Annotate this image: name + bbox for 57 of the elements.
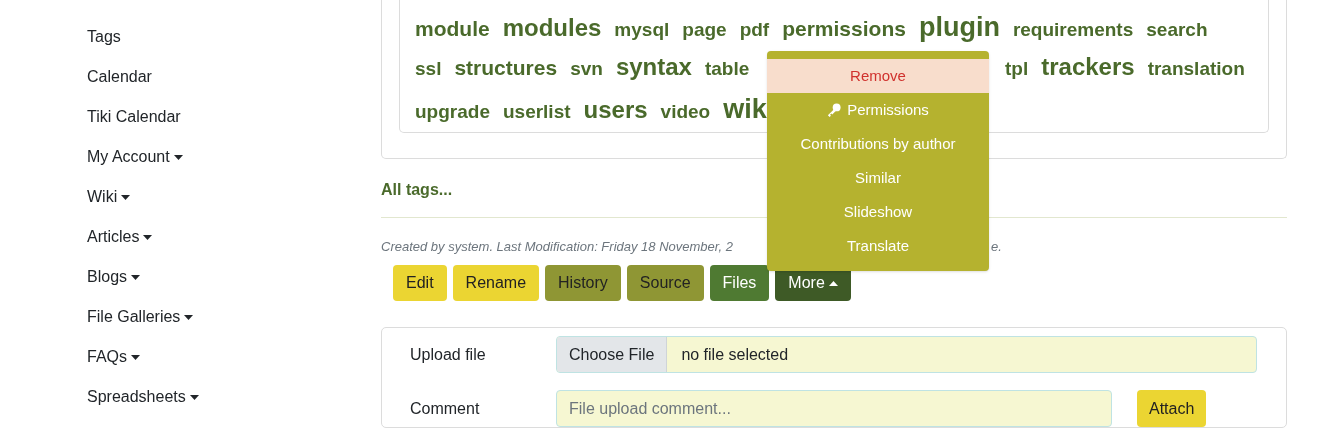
key-icon <box>827 103 842 117</box>
sidebar-item[interactable]: Calendar <box>87 66 152 88</box>
tag-link[interactable]: svn <box>570 59 603 78</box>
tag-link[interactable]: permissions <box>782 18 906 39</box>
caret-down-icon <box>184 314 194 320</box>
upload-file-label: Upload file <box>410 344 487 365</box>
sidebar-item[interactable]: FAQs <box>87 346 140 368</box>
tag-link[interactable]: structures <box>454 57 558 78</box>
tag-link[interactable]: trackers <box>1041 55 1135 79</box>
action-button[interactable]: Rename <box>452 265 540 301</box>
comment-field[interactable]: File upload comment... <box>556 390 1112 427</box>
caret-down-icon <box>131 274 141 280</box>
tag-link[interactable]: plugin <box>918 14 1000 41</box>
tag-link[interactable]: syntax <box>615 55 692 79</box>
file-status: no file selected <box>680 344 789 365</box>
action-button[interactable]: Files <box>709 265 770 301</box>
sidebar-item[interactable]: Articles <box>87 226 153 248</box>
sidebar-item[interactable]: Wiki <box>87 186 131 208</box>
menu-item[interactable]: Remove <box>767 59 989 93</box>
sidebar-item[interactable]: Tags <box>87 26 121 48</box>
sidebar-item[interactable]: File Galleries <box>87 306 194 328</box>
action-button[interactable]: Source <box>626 265 704 301</box>
tag-link[interactable]: search <box>1146 20 1208 39</box>
all-tags-link[interactable]: All tags... <box>381 181 453 198</box>
sidebar-item[interactable]: Spreadsheets <box>87 386 199 408</box>
tag-link[interactable]: page <box>682 20 727 39</box>
tag-link[interactable]: upgrade <box>415 102 490 121</box>
modification-info-end: e. <box>991 238 1002 256</box>
tag-link[interactable]: tpl <box>1005 59 1029 78</box>
modification-info: Created by system. Last Modification: Friday 18 November, 2 <box>381 239 733 254</box>
tag-link[interactable]: video <box>660 102 711 121</box>
tag-link[interactable]: mysql <box>614 20 670 39</box>
tag-link[interactable]: pdf <box>739 20 770 39</box>
caret-down-icon <box>173 154 183 160</box>
comment-label: Comment <box>410 398 481 419</box>
sidebar-item[interactable]: Tiki Calendar <box>87 106 181 128</box>
tag-link[interactable]: users <box>583 98 648 122</box>
choose-file-button[interactable]: Choose File <box>557 337 668 372</box>
caret-up-icon <box>828 280 838 286</box>
caret-down-icon <box>143 234 153 240</box>
tag-link[interactable]: modules <box>502 16 602 40</box>
caret-down-icon <box>121 194 131 200</box>
tag-link[interactable]: module <box>415 18 490 39</box>
sidebar-item[interactable]: Blogs <box>87 266 141 288</box>
action-button[interactable]: History <box>545 265 621 301</box>
tag-link[interactable]: userlist <box>502 102 571 121</box>
caret-down-icon <box>189 394 199 400</box>
attach-button[interactable]: Attach <box>1137 390 1207 427</box>
file-input[interactable]: Choose File no file selected <box>556 336 1257 373</box>
sidebar-item[interactable]: My Account <box>87 146 183 168</box>
tag-link[interactable]: table <box>704 59 750 78</box>
tag-link[interactable]: requirements <box>1012 20 1134 39</box>
tag-link[interactable]: wik <box>723 96 767 123</box>
action-button[interactable]: Edit <box>393 265 447 301</box>
tag-link[interactable]: translation <box>1147 59 1245 78</box>
tag-link[interactable]: ssl <box>415 59 442 78</box>
caret-down-icon <box>131 354 140 360</box>
